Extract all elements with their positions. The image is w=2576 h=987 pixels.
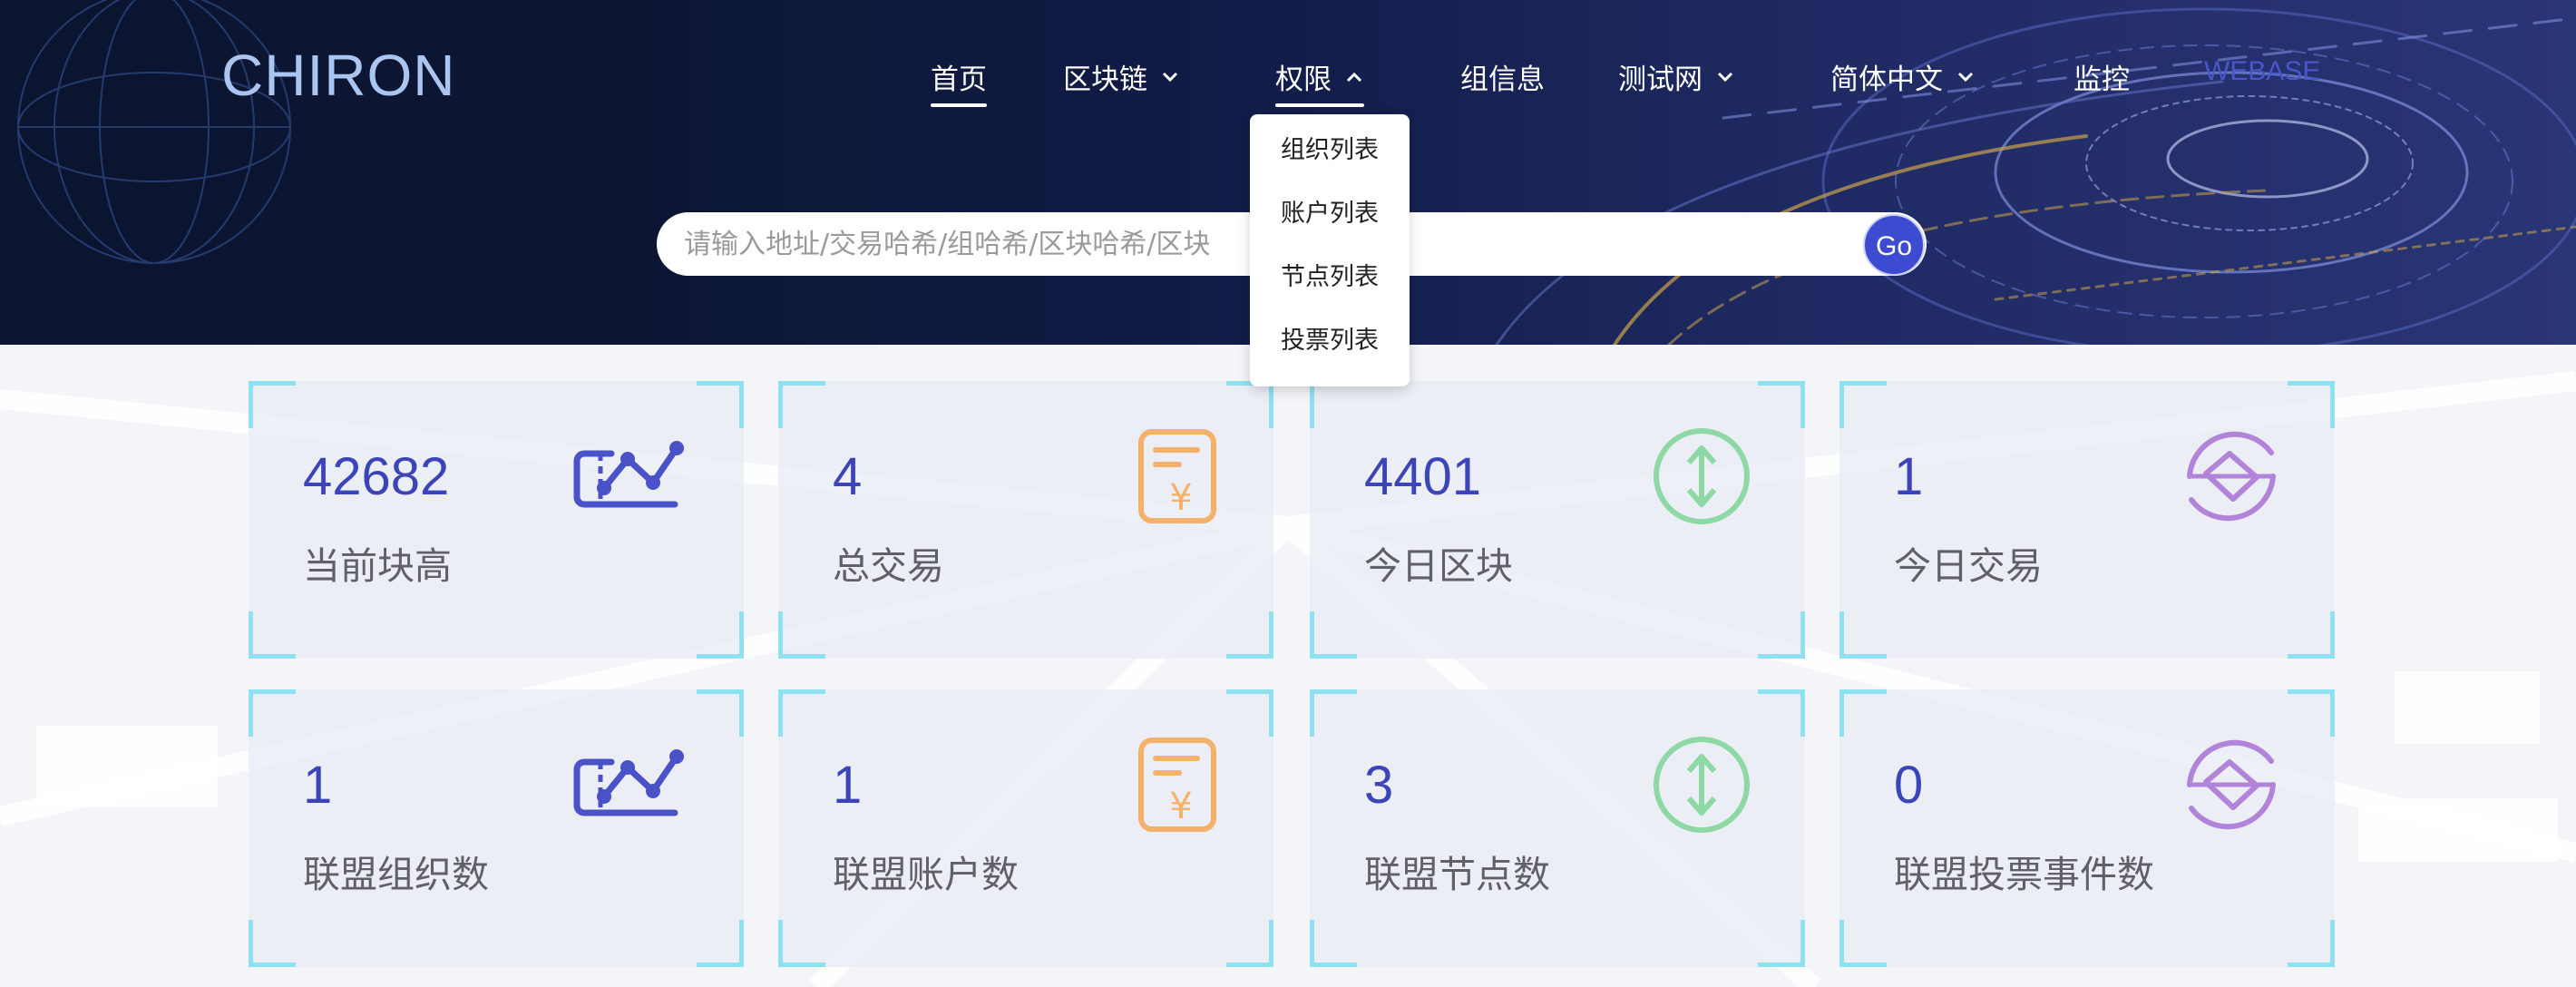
- stat-card-alliance-nodes: 3 联盟节点数: [1310, 689, 1805, 967]
- chart-line-icon: [573, 441, 684, 508]
- stat-value: 0: [1894, 756, 1924, 815]
- nav-blockchain[interactable]: 区块链: [1063, 56, 1180, 111]
- svg-text:¥: ¥: [1169, 477, 1192, 519]
- stat-label: 联盟组织数: [303, 853, 489, 896]
- stat-value: 1: [1894, 447, 1924, 506]
- nav-permissions-label: 权限: [1275, 64, 1332, 96]
- stat-card-total-transactions: 4 总交易 ¥: [778, 381, 1273, 659]
- menu-item-org-list[interactable]: 组织列表: [1250, 123, 1410, 178]
- nav-group-info-label: 组信息: [1460, 64, 1545, 96]
- stat-label: 联盟账户数: [833, 853, 1019, 896]
- stat-label: 联盟投票事件数: [1894, 853, 2154, 896]
- stat-card-block-height: 42682 当前块高: [249, 381, 744, 659]
- stat-value: 4: [833, 447, 863, 506]
- nav-testnet[interactable]: 测试网: [1618, 56, 1735, 111]
- menu-item-account-list[interactable]: 账户列表: [1250, 187, 1410, 241]
- stat-label: 当前块高: [303, 544, 452, 588]
- site-logo[interactable]: CHIRON: [221, 42, 455, 109]
- nav-group-info[interactable]: 组信息: [1460, 56, 1545, 111]
- stat-card-alliance-vote-events: 0 联盟投票事件数: [1839, 689, 2335, 967]
- permissions-dropdown-menu: 组织列表 账户列表 节点列表 投票列表: [1250, 114, 1410, 386]
- stat-value: 1: [833, 756, 863, 815]
- exchange-diamond-icon: [2187, 739, 2276, 830]
- active-underline: [1275, 103, 1364, 107]
- stat-value: 4401: [1364, 447, 1482, 506]
- search-go-button[interactable]: Go: [1863, 214, 1925, 276]
- menu-item-node-list[interactable]: 节点列表: [1250, 250, 1410, 305]
- active-underline: [931, 103, 987, 107]
- chart-line-icon: [573, 749, 684, 816]
- exchange-diamond-icon: [2187, 431, 2276, 522]
- nav-webase[interactable]: WEBASE: [2204, 56, 2320, 111]
- chevron-down-icon: [1715, 62, 1735, 94]
- nav-language-label: 简体中文: [1830, 64, 1943, 96]
- nav-webase-label: WEBASE: [2204, 56, 2321, 86]
- vertical-arrows-icon: [1654, 737, 1750, 833]
- stat-card-alliance-orgs: 1 联盟组织数: [249, 689, 744, 967]
- nav-monitor[interactable]: 监控: [2073, 56, 2130, 111]
- stat-label: 总交易: [833, 544, 944, 588]
- stat-value: 3: [1364, 756, 1394, 815]
- chevron-up-icon: [1344, 62, 1364, 94]
- nav-blockchain-label: 区块链: [1063, 64, 1147, 96]
- stat-card-today-blocks: 4401 今日区块: [1310, 381, 1805, 659]
- stat-label: 联盟节点数: [1364, 853, 1550, 896]
- nav-language[interactable]: 简体中文: [1830, 56, 1976, 111]
- stat-card-alliance-accounts: 1 联盟账户数 ¥: [778, 689, 1273, 967]
- chevron-down-icon: [1160, 62, 1180, 94]
- vertical-arrows-icon: [1654, 428, 1750, 524]
- nav-permissions[interactable]: 权限: [1275, 56, 1364, 111]
- svg-text:¥: ¥: [1169, 786, 1192, 827]
- stat-value: 42682: [303, 447, 450, 506]
- nav-testnet-label: 测试网: [1618, 64, 1703, 96]
- stat-value: 1: [303, 756, 333, 815]
- chevron-down-icon: [1956, 62, 1976, 94]
- stat-label: 今日交易: [1894, 544, 2043, 588]
- stat-label: 今日区块: [1364, 544, 1513, 588]
- receipt-yen-icon: ¥: [1138, 738, 1216, 832]
- stat-card-today-transactions: 1 今日交易: [1839, 381, 2335, 659]
- receipt-yen-icon: ¥: [1138, 429, 1216, 523]
- nav-home-label: 首页: [931, 64, 987, 96]
- nav-home[interactable]: 首页: [931, 56, 987, 111]
- nav-monitor-label: 监控: [2073, 64, 2130, 96]
- menu-item-vote-list[interactable]: 投票列表: [1250, 314, 1410, 368]
